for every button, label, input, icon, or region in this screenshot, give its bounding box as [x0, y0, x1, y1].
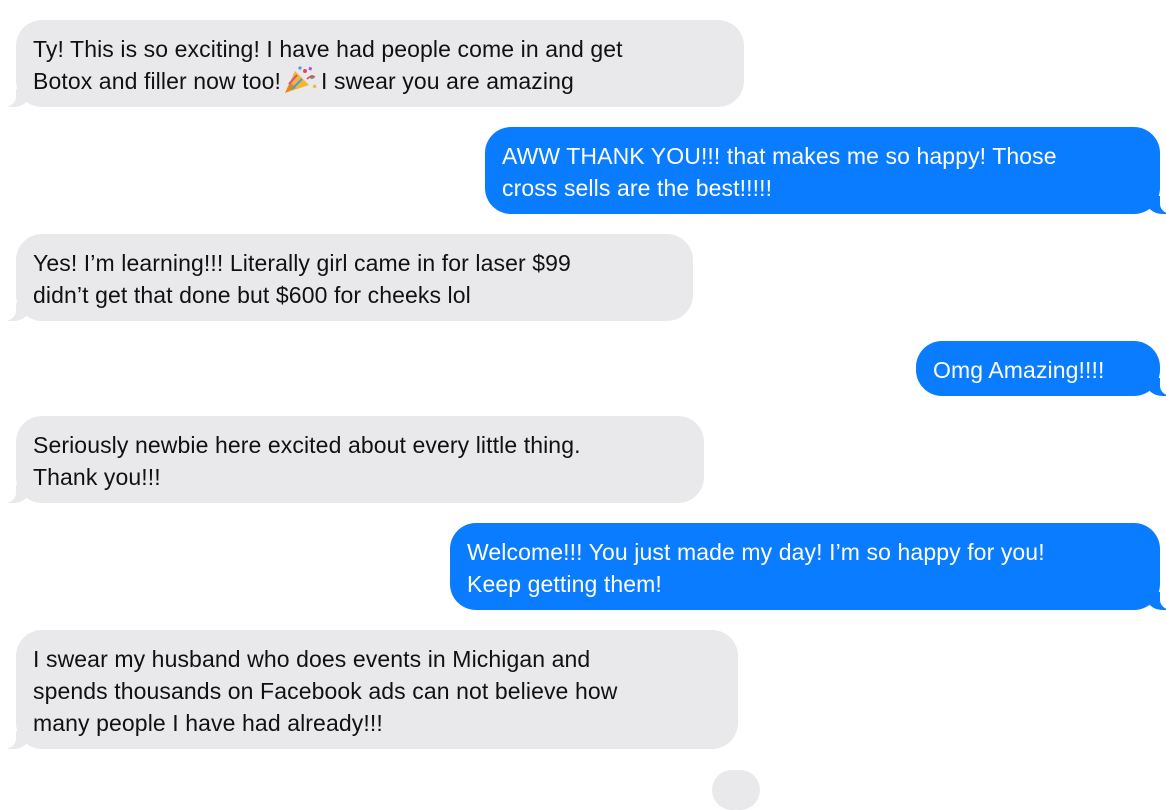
message-bubble-outgoing[interactable]: Welcome!!! You just made my day! I’m so …	[450, 523, 1166, 610]
message-bubble-incoming[interactable]: Ty! This is so exciting! I have had peop…	[0, 20, 744, 107]
party-popper-icon	[284, 66, 317, 93]
typing-indicator-bubble	[712, 770, 760, 810]
message-text-segment: Botox and filler now too!	[33, 68, 281, 94]
message-text-line: didn’t get that done but $600 for cheeks…	[33, 282, 471, 308]
message-thread: Ty! This is so exciting! I have had peop…	[0, 0, 1166, 810]
message-bubble-incoming[interactable]: Seriously newbie here excited about ever…	[0, 416, 704, 503]
message-text-line: AWW THANK YOU!!! that makes me so happy!…	[502, 143, 1057, 169]
message-text-line: Thank you!!!	[33, 464, 161, 490]
message-bubble-outgoing[interactable]: Omg Amazing!!!!	[916, 341, 1166, 396]
message-text-line: Omg Amazing!!!!	[933, 357, 1105, 383]
message-text-line: Welcome!!! You just made my day! I’m so …	[467, 539, 1045, 565]
message-text-line: Yes! I’m learning!!! Literally girl came…	[33, 250, 571, 276]
message-bubble-incoming[interactable]: I swear my husband who does events in Mi…	[0, 630, 738, 749]
message-text-segment: I swear you are amazing	[320, 68, 574, 94]
message-text-line: Keep getting them!	[467, 571, 662, 597]
message-text-line: many people I have had already!!!	[33, 710, 383, 736]
message-bubble-outgoing[interactable]: AWW THANK YOU!!! that makes me so happy!…	[485, 127, 1166, 214]
message-text-line: Ty! This is so exciting! I have had peop…	[33, 36, 623, 62]
message-text-line: I swear my husband who does events in Mi…	[33, 646, 591, 672]
message-text-line: cross sells are the best!!!!!	[502, 175, 773, 201]
message-text-line: spends thousands on Facebook ads can not…	[33, 678, 618, 704]
message-text-line-with-emoji: Botox and filler now too! I swear you ar…	[33, 65, 727, 97]
message-bubble-incoming[interactable]: Yes! I’m learning!!! Literally girl came…	[0, 234, 693, 321]
message-text-line: Seriously newbie here excited about ever…	[33, 432, 581, 458]
